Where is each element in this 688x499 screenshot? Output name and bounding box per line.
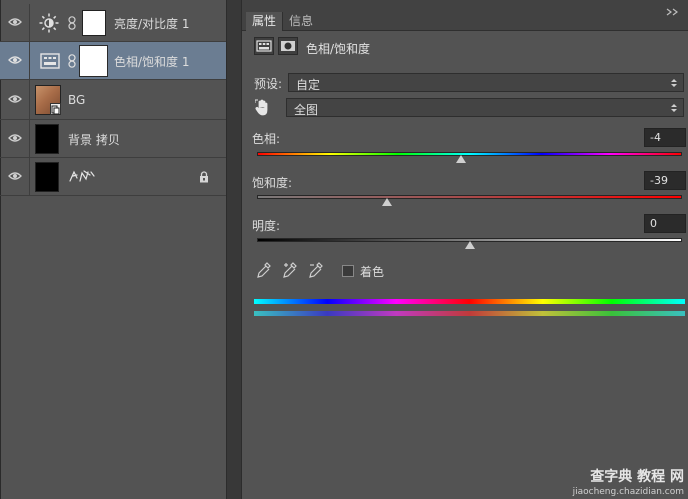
tab-bar: 属性 信息: [242, 0, 688, 31]
panel-title: 色相/饱和度: [306, 42, 371, 56]
eyedropper-minus-icon[interactable]: [309, 262, 323, 278]
tab-info[interactable]: 信息: [282, 12, 319, 31]
properties-panel: 属性 信息 色相/饱和度 预设: 自定 全图 色相: -4 饱和度: -39 明…: [242, 0, 688, 499]
colorize-checkbox[interactable]: [342, 265, 354, 277]
chain-link-icon[interactable]: [68, 54, 76, 68]
output-hue-bar: [254, 311, 685, 316]
chain-link-icon[interactable]: [68, 16, 76, 30]
lightness-value-input[interactable]: 0: [644, 214, 686, 233]
layer-mask-thumbnail: [82, 10, 106, 36]
layer-row-background-copy[interactable]: 背景 拷贝: [0, 120, 226, 158]
eye-icon: [8, 95, 22, 103]
mask-icon-button[interactable]: [278, 37, 298, 55]
visibility-toggle[interactable]: [0, 120, 30, 157]
eye-icon: [8, 18, 22, 26]
lock-icon: [199, 171, 209, 183]
layers-panel: 亮度/对比度 1 色相/饱和度 1 BG 背景 拷贝: [0, 0, 226, 499]
eyedropper-plus-icon[interactable]: [283, 262, 297, 278]
adjustment-icon-button[interactable]: [254, 37, 274, 55]
layer-name: BG: [68, 93, 86, 107]
watermark: 查字典 教程 网 jiaocheng.chazidian.com: [524, 466, 684, 497]
layer-row-background[interactable]: [0, 158, 226, 196]
range-value: 全图: [294, 103, 319, 117]
smart-object-badge-icon: [50, 103, 61, 115]
hue-slider-track[interactable]: [257, 152, 682, 156]
preset-label: 预设:: [254, 77, 283, 91]
hue-value-input[interactable]: -4: [644, 128, 686, 147]
visibility-toggle[interactable]: [0, 80, 30, 119]
colorize-label: 着色: [360, 265, 385, 279]
layer-thumbnail: [35, 124, 59, 154]
range-select[interactable]: 全图: [286, 98, 684, 117]
visibility-toggle[interactable]: [0, 4, 30, 41]
watermark-line1: 查字典 教程 网: [590, 469, 684, 485]
layer-mask-icon: [281, 41, 295, 51]
saturation-value-input[interactable]: -39: [644, 171, 686, 190]
saturation-label: 饱和度:: [252, 176, 293, 190]
preset-value: 自定: [296, 78, 321, 92]
watermark-line2: jiaocheng.chazidian.com: [572, 487, 684, 497]
hue-slider-thumb[interactable]: [456, 155, 466, 163]
tab-properties[interactable]: 属性: [246, 12, 283, 31]
layer-row-bg[interactable]: BG: [0, 80, 226, 120]
layer-row-hue-saturation[interactable]: 色相/饱和度 1: [0, 42, 226, 80]
saturation-slider-thumb[interactable]: [381, 198, 392, 206]
targeted-adjustment-hand-icon[interactable]: [254, 99, 271, 117]
preset-select[interactable]: 自定: [288, 73, 684, 92]
brightness-contrast-icon: [39, 13, 59, 33]
layer-name-glyph-icon: [68, 169, 96, 183]
lightness-label: 明度:: [252, 219, 281, 233]
layer-name: 亮度/对比度 1: [114, 17, 190, 31]
input-hue-bar: [254, 299, 685, 304]
eyedropper-icon[interactable]: [257, 262, 271, 278]
panel-separator: [226, 0, 242, 499]
layer-name: 背景 拷贝: [68, 133, 120, 147]
dropdown-arrows-icon: [671, 104, 677, 112]
eye-icon: [8, 56, 22, 64]
visibility-toggle[interactable]: [0, 158, 30, 195]
hue-label: 色相:: [252, 132, 281, 146]
eye-icon: [8, 134, 22, 142]
saturation-slider-track[interactable]: [257, 195, 682, 199]
layer-thumbnail: [35, 162, 59, 192]
lightness-slider-thumb[interactable]: [464, 241, 475, 249]
hue-saturation-icon: [256, 40, 272, 52]
layer-mask-thumbnail: [79, 45, 108, 77]
layer-name: 色相/饱和度 1: [114, 55, 190, 69]
dropdown-arrows-icon: [671, 79, 677, 87]
eye-icon: [8, 172, 22, 180]
panel-menu-icon[interactable]: [666, 5, 678, 16]
visibility-toggle[interactable]: [0, 42, 30, 79]
layer-row-brightness-contrast[interactable]: 亮度/对比度 1: [0, 4, 226, 42]
hue-saturation-icon: [40, 53, 60, 69]
layer-thumbnail: [35, 85, 61, 115]
